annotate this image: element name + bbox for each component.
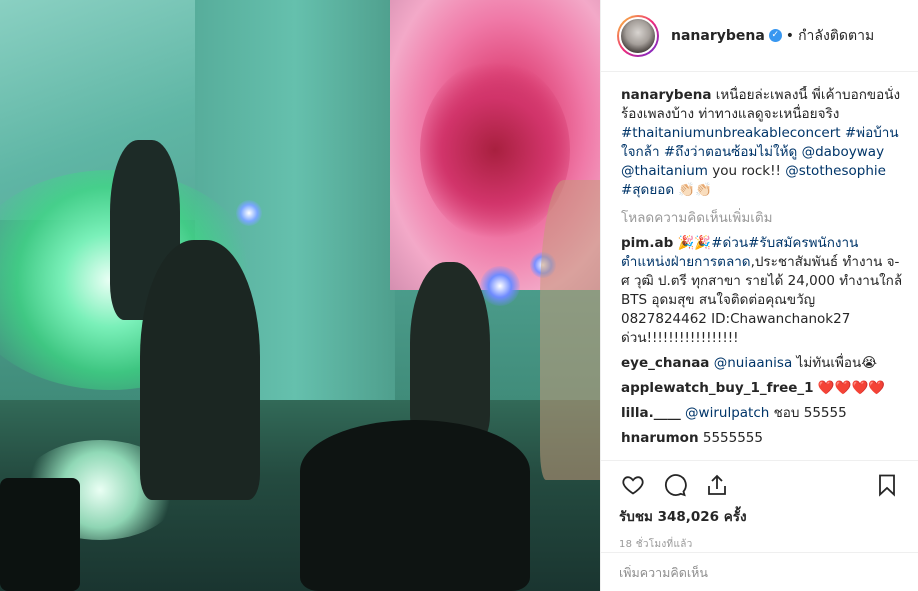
avatar[interactable] (617, 14, 659, 57)
separator-dot: • (785, 27, 795, 44)
performer-silhouette (140, 240, 260, 500)
post-username[interactable]: nanarybena (671, 28, 765, 44)
mention-link[interactable]: @thaitanium (621, 163, 708, 179)
add-comment-input[interactable] (619, 564, 901, 580)
post-actions: รับชม 348,026 ครั้ง 18 ชั่วโมงที่แล้ว (601, 460, 918, 552)
post-timestamp: 18 ชั่วโมงที่แล้ว (619, 539, 693, 550)
comment-text: ไม่ทันเพื่อน😭 (796, 355, 877, 371)
hashtag-link[interactable]: #สุดยอด (621, 182, 674, 198)
add-comment-bar (601, 552, 918, 591)
hashtag-link[interactable]: #thaitaniumunbreakableconcert (621, 125, 841, 141)
comments-list[interactable]: nanarybena เหนื่อยล่ะเพลงนี้ พี่เค้าบอกข… (601, 86, 918, 446)
following-button[interactable]: กำลังติดตาม (798, 25, 874, 47)
caption-username[interactable]: nanarybena (621, 87, 711, 103)
dancer-silhouette (540, 180, 600, 480)
heart-icon[interactable] (619, 471, 647, 499)
comment-item: hnarumon 5555555 (621, 429, 903, 446)
blue-spotlight (480, 266, 520, 306)
load-more-comments-button[interactable]: โหลดความคิดเห็นเพิ่มเติม (621, 206, 903, 228)
mention-link[interactable]: @daboyway (802, 144, 884, 160)
comment-username[interactable]: hnarumon (621, 430, 699, 446)
comment-text: ❤️❤️❤️❤️ (817, 380, 886, 396)
comment-username[interactable]: eye_chanaa (621, 355, 709, 371)
foreground-speaker (0, 478, 80, 591)
comment-text: ชอบ 55555 (773, 405, 847, 421)
mention-link[interactable]: @nuiaanisa (714, 355, 793, 371)
caption-text: you rock!! (712, 163, 781, 179)
post-video[interactable] (0, 0, 600, 591)
caption: nanarybena เหนื่อยล่ะเพลงนี้ พี่เค้าบอกข… (621, 86, 903, 200)
blue-spotlight (236, 200, 262, 226)
hashtag-link[interactable]: #ถึงว่าตอนซ้อมไม่ให้ดู (664, 144, 797, 160)
post-header: nanarybena ✓ • กำลังติดตาม (601, 0, 918, 72)
comment-icon[interactable] (661, 471, 689, 499)
comment-text: 5555555 (702, 430, 763, 446)
foreground-drum (300, 420, 530, 591)
comment-item: pim.ab 🎉🎉#ด่วน#รับสมัครพนักงานตำแหน่งฝ่า… (621, 234, 903, 348)
share-icon[interactable] (703, 471, 731, 499)
comment-item: applewatch_buy_1_free_1 ❤️❤️❤️❤️ (621, 379, 903, 398)
comment-username[interactable]: lilla.____ (621, 405, 681, 421)
post-side-panel: nanarybena ✓ • กำลังติดตาม nanarybena เห… (600, 0, 918, 591)
verified-badge-icon: ✓ (768, 29, 782, 42)
caption-emoji: 👏🏻👏🏻 (678, 182, 713, 198)
instagram-post-modal: nanarybena ✓ • กำลังติดตาม nanarybena เห… (0, 0, 918, 591)
comment-username[interactable]: applewatch_buy_1_free_1 (621, 380, 814, 396)
view-count[interactable]: รับชม 348,026 ครั้ง (619, 505, 901, 527)
mention-link[interactable]: @wirulpatch (685, 405, 769, 421)
dancer-silhouette (410, 262, 490, 442)
hashtag-link[interactable]: #ด่วน (711, 235, 748, 251)
comment-username[interactable]: pim.ab (621, 235, 673, 251)
comment-item: lilla.____ @wirulpatch ชอบ 55555 (621, 404, 903, 423)
mention-link[interactable]: @stothesophie (785, 163, 886, 179)
bookmark-icon[interactable] (873, 471, 901, 499)
comment-emoji: 🎉🎉 (677, 235, 712, 251)
comment-item: eye_chanaa @nuiaanisa ไม่ทันเพื่อน😭 (621, 354, 903, 373)
